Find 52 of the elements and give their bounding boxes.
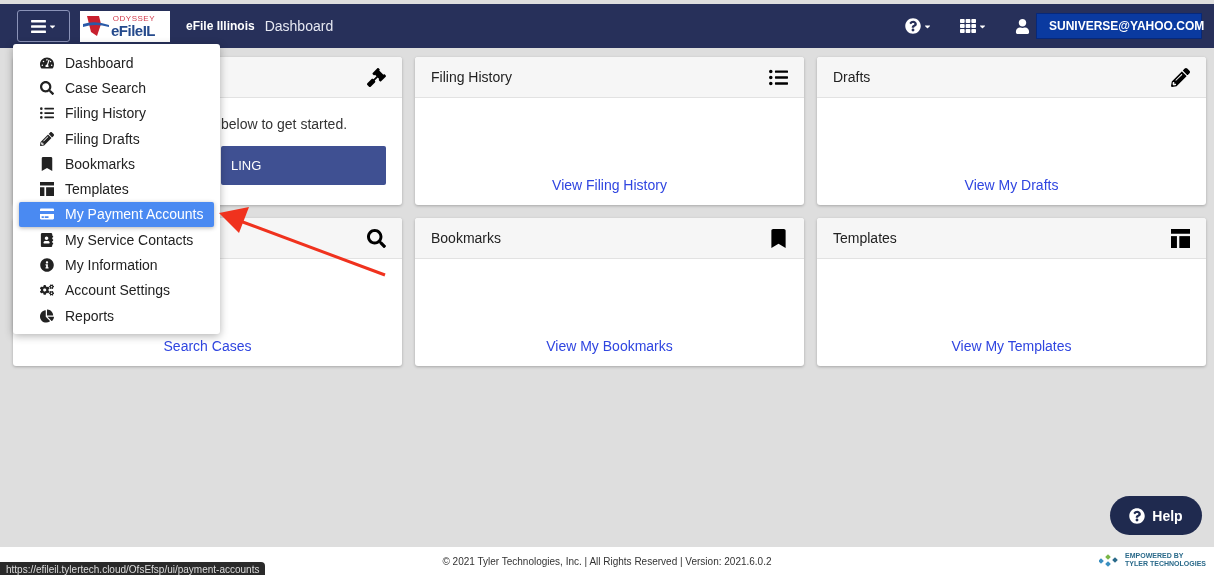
list-icon [769, 67, 788, 87]
card-link[interactable]: View My Drafts [964, 177, 1059, 193]
menu-item[interactable]: Reports [19, 302, 214, 329]
menu-item[interactable]: Dashboard [19, 50, 214, 76]
menu-item[interactable]: Account Settings [19, 277, 214, 303]
card-link[interactable]: Search Cases [163, 338, 252, 354]
menu-item[interactable]: Case Search [19, 75, 214, 101]
search-icon [40, 80, 54, 95]
menu-item[interactable]: Filing Drafts [19, 125, 214, 152]
pie-chart-icon [40, 308, 54, 323]
card-title: Templates [833, 230, 897, 246]
footer-text: © 2021 Tyler Technologies, Inc. | All Rights Reserved | Version: 2021.6.0.2 [442, 555, 772, 567]
card-link[interactable]: View My Templates [951, 338, 1072, 354]
page-title: Dashboard [264, 18, 334, 34]
pencil-icon [1171, 67, 1190, 87]
start-filing-button[interactable]: LING [221, 146, 386, 185]
card-text: below to get started. [221, 116, 349, 132]
layout-icon [1171, 228, 1190, 248]
gavel-icon [367, 67, 386, 87]
contact-book-icon [40, 232, 54, 247]
help-icon [905, 18, 921, 34]
card-title: Filing History [431, 69, 512, 85]
info-icon [40, 258, 54, 272]
bookmark-icon [769, 228, 788, 248]
layout-icon [40, 182, 54, 197]
app-name: eFile Illinois [186, 19, 255, 33]
search-icon [367, 228, 386, 248]
menu-item[interactable]: Templates [19, 176, 214, 202]
menu-icon [30, 17, 47, 35]
user-account-button[interactable]: SUNIVERSE@YAHOO.COM [1036, 13, 1202, 39]
apps-menu-button[interactable] [960, 18, 987, 34]
card-icon [40, 207, 54, 222]
card-link[interactable]: View Filing History [552, 177, 667, 193]
user-icon [1015, 18, 1030, 34]
gauge-icon [40, 55, 54, 70]
help-icon [1129, 507, 1146, 524]
bookmark-icon [40, 156, 54, 171]
menu-item[interactable]: Filing History [19, 100, 214, 126]
brand-logo[interactable]: ODYSSEY eFileIL [80, 10, 170, 42]
status-url: https://efileil.tylertech.cloud/OfsEfsp/ui/payment-accounts [0, 562, 266, 575]
grid-icon [960, 18, 976, 34]
menu-button[interactable] [17, 10, 70, 42]
pencil-icon [40, 131, 54, 146]
card-title: Drafts [833, 69, 871, 85]
menu-item[interactable]: Bookmarks [19, 151, 214, 177]
help-menu-button[interactable] [905, 18, 932, 34]
list-icon [40, 106, 54, 121]
menu-item[interactable]: My Information [19, 252, 214, 278]
card-title: Bookmarks [431, 230, 502, 246]
card-link[interactable]: View My Bookmarks [546, 338, 673, 354]
help-button[interactable]: Help [1110, 496, 1202, 535]
gears-icon [40, 283, 54, 298]
